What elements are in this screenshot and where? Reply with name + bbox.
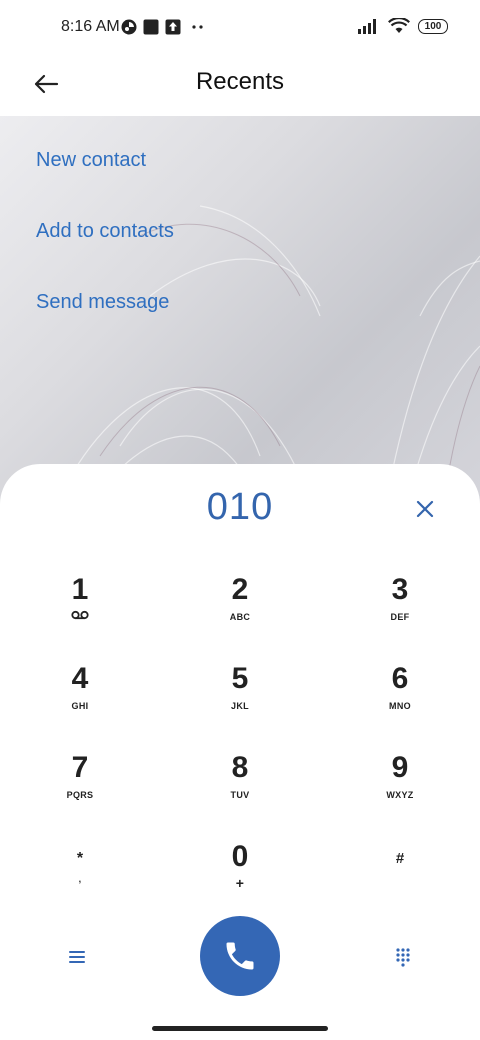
- key-letters: WXYZ: [386, 790, 414, 800]
- key-letters: ABC: [229, 612, 251, 622]
- key-digit: 4: [71, 662, 89, 695]
- key-5[interactable]: 5 JKL: [180, 663, 300, 743]
- send-message-link[interactable]: Send message: [36, 291, 169, 314]
- key-7[interactable]: 7 PQRS: [20, 752, 140, 832]
- menu-icon: [69, 951, 85, 963]
- key-2[interactable]: 2 ABC: [180, 574, 300, 654]
- voicemail-icon: [71, 610, 89, 620]
- navigation-bar: [0, 1020, 480, 1040]
- call-button[interactable]: [200, 916, 280, 996]
- key-6[interactable]: 6 MNO: [340, 663, 460, 743]
- key-letters: JKL: [231, 701, 249, 711]
- key-digit: 5: [231, 662, 249, 695]
- key-digit: 1: [71, 573, 89, 606]
- close-icon: [416, 500, 434, 518]
- square-icon: [143, 19, 159, 35]
- clear-button[interactable]: [410, 494, 440, 524]
- wifi-icon: [388, 18, 410, 33]
- phone-icon: [226, 942, 254, 970]
- key-digit: #: [395, 850, 405, 867]
- key-digit: 2: [231, 573, 249, 606]
- key-9[interactable]: 9 WXYZ: [340, 752, 460, 832]
- battery-icon: 100: [418, 18, 448, 34]
- signal-icon: [358, 19, 376, 34]
- key-hash[interactable]: #: [340, 844, 460, 924]
- new-contact-link[interactable]: New contact: [36, 149, 146, 172]
- dialed-number[interactable]: 010: [0, 486, 480, 529]
- upload-icon: [165, 19, 181, 35]
- key-0[interactable]: 0 +: [180, 841, 300, 921]
- key-1[interactable]: 1: [20, 574, 140, 654]
- key-letters: PQRS: [66, 790, 94, 800]
- key-letters: TUV: [230, 790, 250, 800]
- key-letters: ,: [78, 874, 82, 884]
- key-8[interactable]: 8 TUV: [180, 752, 300, 832]
- key-digit: 8: [231, 751, 249, 784]
- key-digit: 9: [391, 751, 409, 784]
- key-digit: 6: [391, 662, 409, 695]
- key-digit: 0: [231, 840, 249, 873]
- home-indicator[interactable]: [152, 1026, 328, 1031]
- key-4[interactable]: 4 GHI: [20, 663, 140, 743]
- key-letters: +: [235, 875, 245, 891]
- status-time: 8:16 AM: [61, 18, 120, 35]
- key-digit: *: [76, 850, 84, 867]
- menu-button[interactable]: [62, 942, 92, 972]
- page-title: Recents: [195, 68, 285, 95]
- key-star[interactable]: * ,: [20, 844, 140, 924]
- key-letters: MNO: [389, 701, 411, 711]
- dialpad-toggle-button[interactable]: [388, 942, 418, 972]
- key-letters: GHI: [71, 701, 89, 711]
- status-bar: 8:16 AM 100: [0, 0, 480, 56]
- key-digit: 3: [391, 573, 409, 606]
- key-3[interactable]: 3 DEF: [340, 574, 460, 654]
- more-dots-icon: [192, 25, 203, 29]
- status-right: 100: [358, 18, 448, 34]
- app-icon-1: [121, 19, 137, 35]
- key-digit: 7: [71, 751, 89, 784]
- dialpad-icon: [396, 948, 410, 967]
- add-to-contacts-link[interactable]: Add to contacts: [36, 220, 174, 243]
- dialpad-sheet: 010 1 2 ABC 3 DEF 4 GHI 5 JKL 6 MNO 7 PQ…: [0, 464, 480, 1020]
- key-letters: DEF: [390, 612, 410, 622]
- app-bar: Recents: [0, 56, 480, 116]
